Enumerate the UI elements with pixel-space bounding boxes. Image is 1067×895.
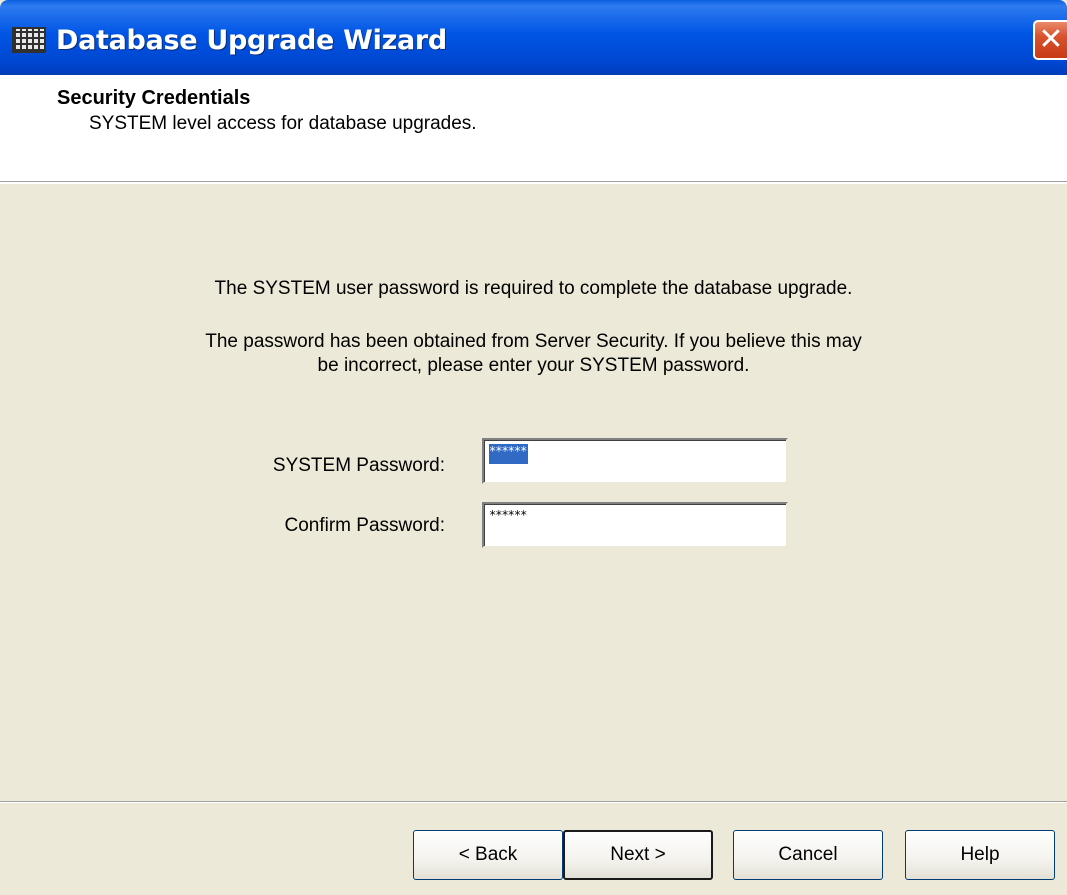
page-title: Security Credentials: [57, 87, 251, 109]
confirm-password-field[interactable]: ******: [482, 502, 788, 548]
confirm-password-label: Confirm Password:: [284, 515, 446, 536]
page-subtitle: SYSTEM level access for database upgrade…: [89, 113, 477, 134]
next-button[interactable]: Next >: [563, 830, 713, 880]
database-grid-icon: [12, 27, 46, 53]
wizard-window: Database Upgrade Wizard ✕ Security Crede…: [0, 0, 1067, 895]
window-title: Database Upgrade Wizard: [56, 25, 447, 56]
help-button[interactable]: Help: [905, 830, 1055, 880]
wizard-body: The SYSTEM user password is required to …: [0, 184, 1067, 801]
title-bar[interactable]: Database Upgrade Wizard ✕: [0, 0, 1067, 75]
confirm-password-value: ******: [489, 508, 527, 522]
info-message-line-2: be incorrect, please enter your SYSTEM p…: [317, 355, 750, 376]
system-password-field[interactable]: ******: [482, 438, 788, 484]
close-icon[interactable]: ✕: [1033, 20, 1067, 60]
info-message-line-1: The password has been obtained from Serv…: [205, 331, 862, 352]
system-password-value: ******: [489, 444, 529, 464]
system-password-label: SYSTEM Password:: [272, 455, 445, 476]
back-button[interactable]: < Back: [413, 830, 563, 880]
wizard-footer: < Back Next > Cancel Help: [0, 803, 1067, 895]
cancel-button[interactable]: Cancel: [733, 830, 883, 880]
wizard-header: Security Credentials SYSTEM level access…: [0, 75, 1067, 182]
info-message: The SYSTEM user password is required to …: [214, 278, 853, 299]
